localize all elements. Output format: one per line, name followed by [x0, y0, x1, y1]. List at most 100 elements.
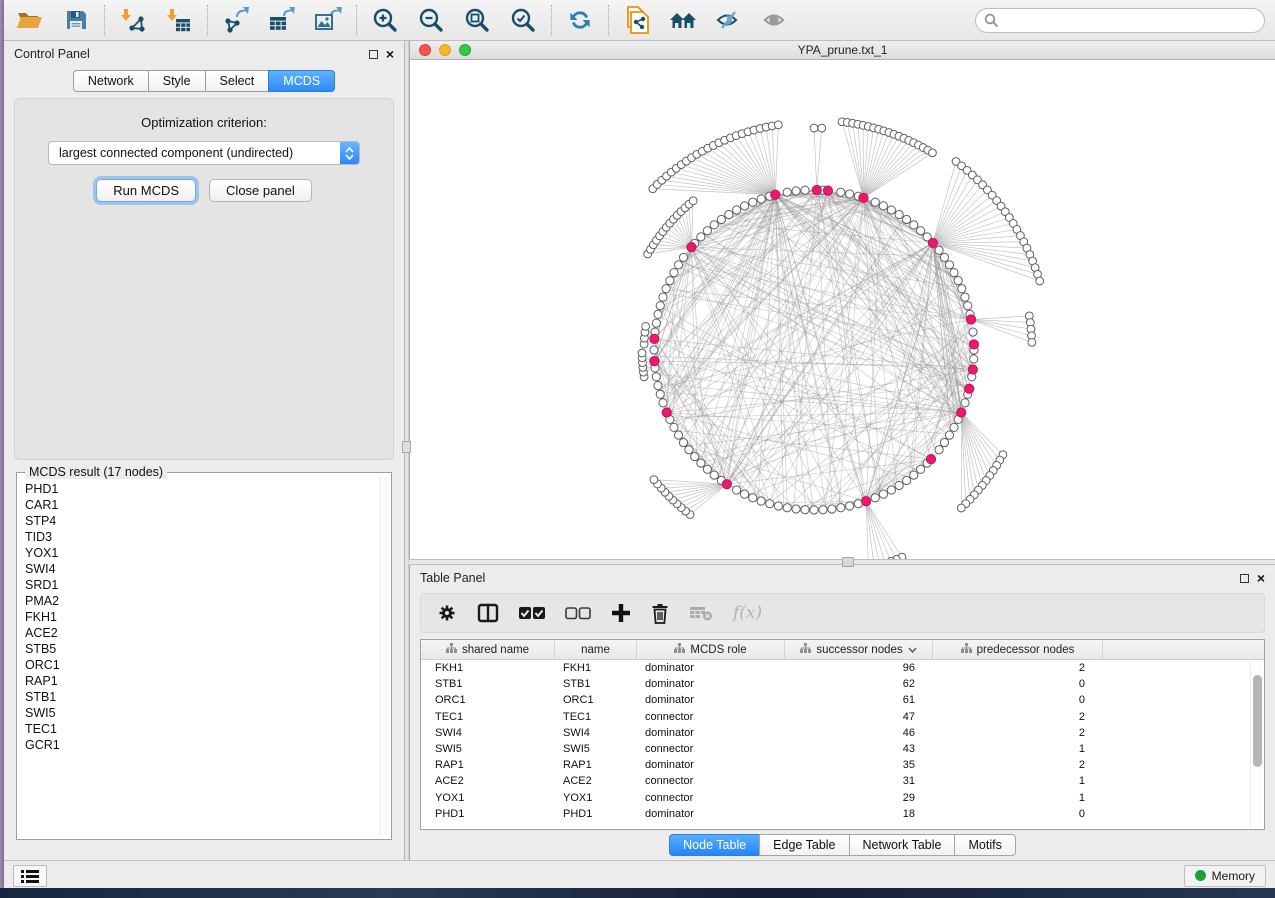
show-all-icon[interactable]	[759, 4, 791, 36]
graph-node[interactable]	[659, 399, 667, 407]
mcds-result-item[interactable]: GCR1	[25, 737, 377, 753]
graph-node[interactable]	[757, 497, 765, 505]
column-header-MCDS-role[interactable]: MCDS role	[637, 640, 785, 659]
graph-node[interactable]	[846, 190, 854, 198]
table-row[interactable]: YOX1YOX1connector291	[421, 790, 1264, 806]
tab-select[interactable]: Select	[205, 70, 269, 92]
table-cell[interactable]: 29	[785, 792, 933, 804]
table-cell[interactable]: dominator	[637, 694, 785, 706]
graph-hub-node[interactable]	[823, 186, 832, 195]
column-header-successor-nodes[interactable]: successor nodes	[785, 640, 933, 659]
graph-hub-node[interactable]	[859, 193, 868, 202]
table-cell[interactable]: TEC1	[555, 711, 637, 723]
graph-node[interactable]	[1028, 338, 1036, 346]
import-table-from-file-icon[interactable]	[163, 4, 195, 36]
graph-node[interactable]	[710, 221, 718, 229]
graph-node[interactable]	[642, 322, 650, 330]
graph-node[interactable]	[697, 459, 705, 467]
graph-node[interactable]	[929, 149, 937, 157]
graph-node[interactable]	[917, 227, 925, 235]
memory-button[interactable]: Memory	[1184, 865, 1266, 887]
vertical-splitter[interactable]	[404, 41, 409, 860]
close-panel-icon[interactable]: ×	[386, 49, 394, 59]
save-session-icon[interactable]	[60, 4, 92, 36]
graph-node[interactable]	[964, 302, 972, 310]
graph-node[interactable]	[895, 481, 903, 489]
graph-node[interactable]	[733, 206, 741, 214]
zoom-selected-icon[interactable]	[507, 4, 539, 36]
tab-style[interactable]: Style	[148, 70, 205, 92]
graph-node[interactable]	[774, 502, 782, 510]
task-history-button[interactable]	[13, 865, 47, 887]
graph-node[interactable]	[810, 506, 818, 514]
graph-node[interactable]	[783, 504, 791, 512]
graph-node[interactable]	[879, 490, 887, 498]
graph-node[interactable]	[652, 319, 660, 327]
graph-node[interactable]	[792, 505, 800, 513]
mcds-result-item[interactable]: STB5	[25, 641, 377, 657]
graph-hub-node[interactable]	[968, 365, 977, 374]
zoom-out-icon[interactable]	[415, 4, 447, 36]
export-image-icon[interactable]	[312, 4, 344, 36]
graph-hub-node[interactable]	[771, 190, 780, 199]
graph-node[interactable]	[749, 198, 757, 206]
graph-node[interactable]	[935, 446, 943, 454]
search-input[interactable]	[975, 8, 1265, 33]
mcds-result-item[interactable]: RAP1	[25, 673, 377, 689]
graph-node[interactable]	[910, 471, 918, 479]
table-cell[interactable]: dominator	[637, 759, 785, 771]
graph-node[interactable]	[810, 124, 818, 132]
graph-node[interactable]	[846, 502, 854, 510]
tab-mcds[interactable]: MCDS	[268, 70, 335, 92]
mcds-result-item[interactable]: CAR1	[25, 497, 377, 513]
table-row[interactable]: STB1STB1dominator620	[421, 676, 1264, 692]
graph-node[interactable]	[656, 302, 664, 310]
graph-node[interactable]	[828, 505, 836, 513]
graph-node[interactable]	[969, 328, 977, 336]
close-panel-button[interactable]: Close panel	[209, 179, 312, 202]
new-network-from-selection-icon[interactable]	[621, 4, 653, 36]
graph-node[interactable]	[792, 187, 800, 195]
table-settings-icon[interactable]	[437, 603, 457, 623]
graph-node[interactable]	[940, 253, 948, 261]
mcds-result-item[interactable]: STP4	[25, 513, 377, 529]
graph-hub-node[interactable]	[650, 357, 659, 366]
graph-hub-node[interactable]	[650, 334, 659, 343]
graph-node[interactable]	[674, 261, 682, 269]
table-cell[interactable]: FKH1	[421, 662, 555, 674]
graph-node[interactable]	[945, 431, 953, 439]
table-cell[interactable]: dominator	[637, 727, 785, 739]
table-cell[interactable]: ORC1	[421, 694, 555, 706]
graph-node[interactable]	[740, 202, 748, 210]
mcds-result-item[interactable]: ACE2	[25, 625, 377, 641]
graph-hub-node[interactable]	[957, 408, 966, 417]
graph-hub-node[interactable]	[662, 408, 671, 417]
mcds-result-item[interactable]: STB1	[25, 689, 377, 705]
table-cell[interactable]: 62	[785, 678, 933, 690]
table-row[interactable]: SWI4SWI4dominator462	[421, 725, 1264, 741]
graph-node[interactable]	[970, 355, 978, 363]
graph-node[interactable]	[670, 423, 678, 431]
table-scrollbar[interactable]	[1250, 661, 1263, 828]
graph-node[interactable]	[757, 195, 765, 203]
hide-selected-icon[interactable]	[713, 4, 745, 36]
graph-hub-node[interactable]	[965, 384, 974, 393]
table-row[interactable]: PHD1PHD1dominator180	[421, 806, 1264, 822]
table-cell[interactable]: SWI4	[421, 727, 555, 739]
graph-node[interactable]	[958, 285, 966, 293]
graph-node[interactable]	[725, 210, 733, 218]
graph-node[interactable]	[740, 490, 748, 498]
open-session-icon[interactable]	[14, 4, 46, 36]
tab-node-table[interactable]: Node Table	[669, 834, 759, 856]
graph-node[interactable]	[910, 221, 918, 229]
table-cell[interactable]: 1	[933, 792, 1103, 804]
table-cell[interactable]: YOX1	[421, 792, 555, 804]
table-cell[interactable]: 0	[933, 808, 1103, 820]
table-cell[interactable]: TEC1	[421, 711, 555, 723]
table-cell[interactable]: 61	[785, 694, 933, 706]
graph-node[interactable]	[717, 215, 725, 223]
graph-node[interactable]	[656, 390, 664, 398]
graph-node[interactable]	[887, 486, 895, 494]
column-header-name[interactable]: name	[555, 640, 637, 659]
mcds-result-item[interactable]: ORC1	[25, 657, 377, 673]
